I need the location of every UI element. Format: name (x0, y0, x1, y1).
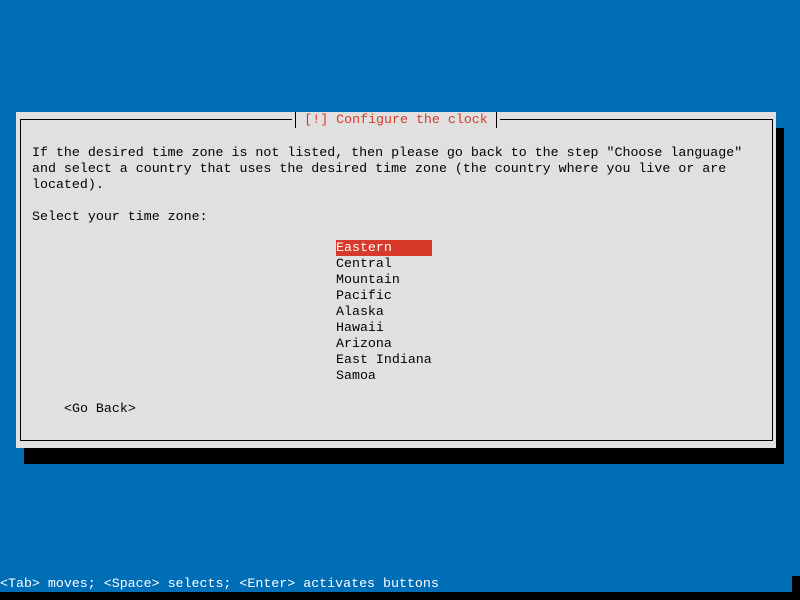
timezone-option-samoa[interactable]: Samoa (336, 368, 432, 384)
description-line: located). (32, 177, 104, 192)
timezone-option-mountain[interactable]: Mountain (336, 272, 432, 288)
timezone-option-alaska[interactable]: Alaska (336, 304, 432, 320)
timezone-option-arizona[interactable]: Arizona (336, 336, 432, 352)
timezone-option-east-indiana[interactable]: East Indiana (336, 352, 432, 368)
prompt-label: Select your time zone: (32, 209, 208, 224)
go-back-button[interactable]: <Go Back> (64, 401, 136, 417)
description-line: and select a country that uses the desir… (32, 161, 727, 176)
description-line: If the desired time zone is not listed, … (32, 145, 743, 160)
status-bar: <Tab> moves; <Space> selects; <Enter> ac… (0, 576, 792, 592)
dialog-title: [!] Configure the clock (292, 112, 500, 128)
timezone-option-pacific[interactable]: Pacific (336, 288, 432, 304)
screen-bottom-edge (0, 592, 800, 600)
dialog-shadow (776, 128, 784, 464)
dialog-shadow (24, 448, 784, 464)
timezone-option-eastern[interactable]: Eastern (336, 240, 432, 256)
timezone-option-central[interactable]: Central (336, 256, 432, 272)
timezone-option-hawaii[interactable]: Hawaii (336, 320, 432, 336)
